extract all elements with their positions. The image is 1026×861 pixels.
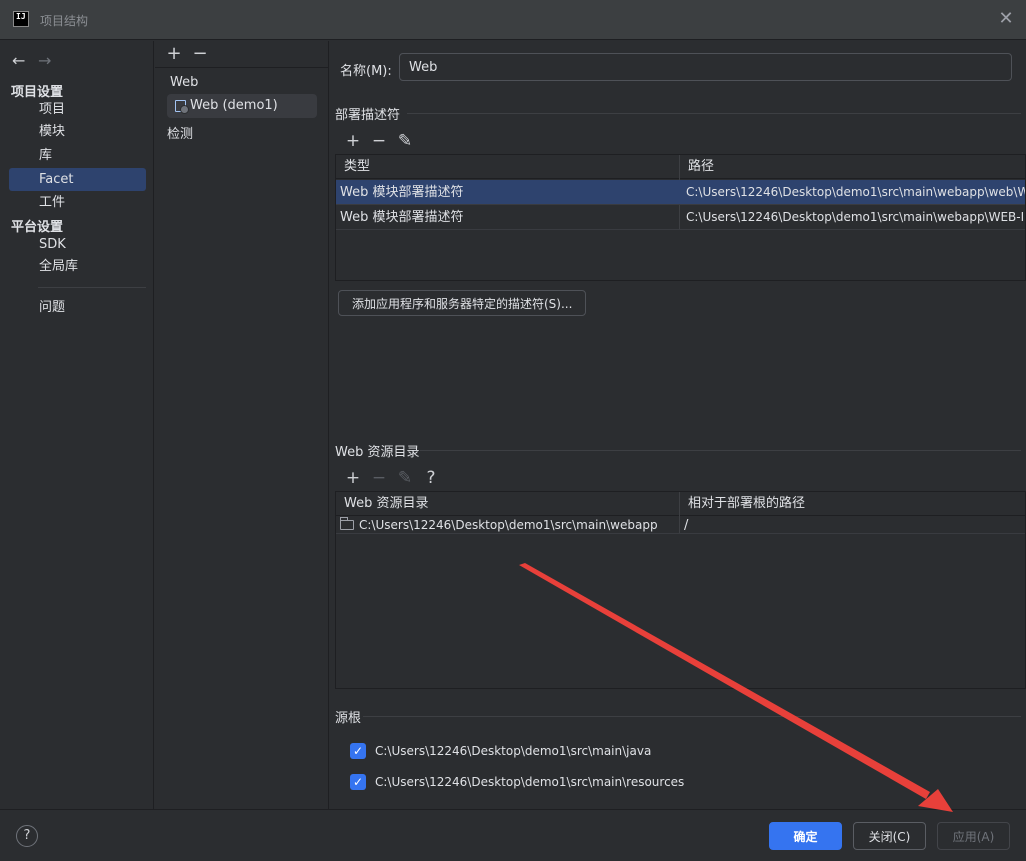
nav-item-libraries[interactable]: 库 (9, 144, 146, 167)
dialog-footer: ? 确定 关闭(C) 应用(A) (0, 809, 1026, 861)
table-row[interactable]: Web 模块部署描述符 C:\Users\12246\Desktop\demo1… (336, 180, 1025, 205)
nav-item-global-libraries[interactable]: 全局库 (9, 255, 146, 278)
add-icon[interactable]: + (340, 468, 366, 488)
descriptor-path-cell: C:\Users\12246\Desktop\demo1\src\main\we… (686, 210, 1025, 224)
column-header-type[interactable]: 类型 (336, 155, 370, 179)
nav-item-modules[interactable]: 模块 (9, 120, 146, 143)
web-resources-table: Web 资源目录 相对于部署根的路径 C:\Users\12246\Deskto… (335, 491, 1026, 689)
column-header-resource-dir[interactable]: Web 资源目录 (336, 492, 428, 516)
nav-item-sdk[interactable]: SDK (9, 233, 146, 256)
deployment-descriptors-title: 部署描述符 (335, 108, 401, 123)
facet-list-panel: + − Web Web (demo1) 检测 (155, 41, 329, 809)
checkbox-checked[interactable]: ✓ (350, 774, 366, 790)
facet-detection[interactable]: 检测 (167, 123, 193, 142)
descriptor-type-cell: Web 模块部署描述符 (340, 210, 464, 225)
resource-dir-cell: C:\Users\12246\Desktop\demo1\src\main\we… (359, 518, 658, 532)
column-header-path[interactable]: 路径 (680, 155, 714, 179)
facet-settings-main: 名称(M): 部署描述符 +−✎ 类型 路径 Web 模块部署描述符 C:\Us… (330, 41, 1026, 809)
remove-icon[interactable]: − (187, 43, 213, 64)
remove-icon[interactable]: − (366, 131, 392, 151)
nav-item-artifacts[interactable]: 工件 (9, 191, 146, 214)
name-label: 名称(M): (340, 64, 392, 79)
resource-toolbar: + − ✎? (340, 468, 444, 488)
apply-button: 应用(A) (937, 822, 1010, 850)
forward-arrow-icon[interactable]: → (38, 51, 64, 70)
close-button[interactable]: 关闭(C) (853, 822, 926, 850)
toolbar-divider (155, 67, 329, 68)
ok-button[interactable]: 确定 (769, 822, 842, 850)
table-row[interactable]: Web 模块部署描述符 C:\Users\12246\Desktop\demo1… (336, 205, 1025, 230)
table-header: Web 资源目录 相对于部署根的路径 (336, 492, 1025, 516)
group-divider (420, 450, 1021, 451)
add-server-descriptor-button[interactable]: 添加应用程序和服务器特定的描述符(S)... (338, 290, 587, 316)
column-header-relative-path[interactable]: 相对于部署根的路径 (680, 492, 805, 516)
web-resources-title: Web 资源目录 (335, 445, 420, 460)
remove-icon: − (371, 468, 387, 488)
facet-node-label: Web (demo1) (190, 98, 278, 113)
source-roots-title: 源根 (335, 711, 362, 726)
descriptor-table: 类型 路径 Web 模块部署描述符 C:\Users\12246\Desktop… (335, 154, 1026, 281)
nav-item-project[interactable]: 项目 (9, 98, 146, 121)
help-icon[interactable]: ? (16, 825, 38, 847)
window-title: 项目结构 (40, 14, 89, 28)
descriptor-path-cell: C:\Users\12246\Desktop\demo1\src\main\we… (686, 185, 1025, 199)
group-divider (407, 113, 1021, 114)
add-icon[interactable]: + (340, 131, 366, 151)
folder-icon (340, 517, 354, 530)
close-icon[interactable]: ✕ (996, 9, 1016, 29)
facet-group-web[interactable]: Web (170, 75, 198, 90)
edit-pencil-icon: ✎ (397, 468, 413, 488)
group-divider (363, 716, 1021, 717)
help-icon[interactable]: ? (418, 468, 444, 488)
add-icon[interactable]: + (161, 43, 187, 64)
edit-pencil-icon[interactable]: ✎ (392, 131, 418, 151)
web-facet-icon (175, 100, 189, 114)
title-bar: IJ 项目结构 ✕ (0, 0, 1026, 40)
source-root-java[interactable]: ✓ C:\Users\12246\Desktop\demo1\src\main\… (350, 741, 651, 761)
descriptor-type-cell: Web 模块部署描述符 (340, 185, 464, 200)
facet-toolbar: + − (161, 43, 213, 64)
source-roots-list: ✓ C:\Users\12246\Desktop\demo1\src\main\… (335, 731, 1026, 797)
back-arrow-icon[interactable]: ← (12, 51, 38, 70)
nav-item-facet[interactable]: Facet (9, 168, 146, 191)
source-root-resources[interactable]: ✓ C:\Users\12246\Desktop\demo1\src\main\… (350, 772, 684, 792)
relative-path-cell: / (684, 518, 689, 533)
settings-navigation: ← → 项目设置 项目 模块 库 Facet 工件 平台设置 SDK 全局库 问题 (0, 41, 154, 809)
checkbox-checked[interactable]: ✓ (350, 743, 366, 759)
name-input[interactable] (399, 53, 1012, 81)
intellij-app-icon: IJ (13, 11, 29, 27)
source-root-path: C:\Users\12246\Desktop\demo1\src\main\re… (375, 775, 685, 789)
nav-divider (38, 287, 146, 288)
table-header: 类型 路径 (336, 155, 1025, 179)
table-row[interactable]: C:\Users\12246\Desktop\demo1\src\main\we… (336, 517, 1025, 534)
descriptor-toolbar: + − ✎ (340, 131, 418, 151)
nav-item-problems[interactable]: 问题 (9, 296, 146, 319)
history-navigation: ← → (12, 51, 64, 70)
source-root-path: C:\Users\12246\Desktop\demo1\src\main\ja… (375, 744, 652, 758)
facet-node-web-demo1[interactable]: Web (demo1) (167, 94, 317, 118)
